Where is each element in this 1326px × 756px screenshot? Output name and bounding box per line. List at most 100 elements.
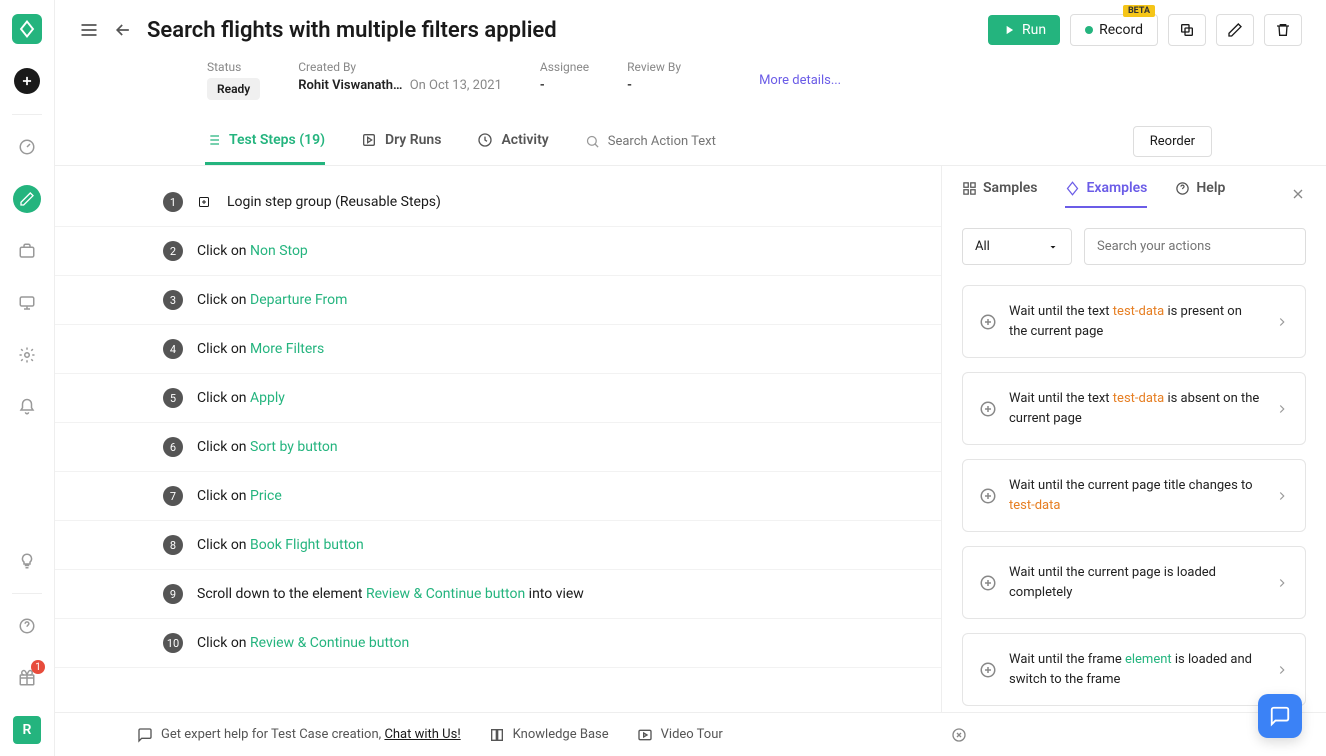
app-logo[interactable] — [12, 14, 42, 44]
tab-activity[interactable]: Activity — [477, 118, 548, 165]
meta-status: Status Ready — [207, 60, 260, 100]
step-row[interactable]: 6Click on Sort by button — [55, 423, 941, 472]
step-row[interactable]: 9Scroll down to the element Review & Con… — [55, 570, 941, 619]
bell-icon[interactable] — [13, 393, 41, 421]
user-avatar[interactable]: R — [13, 716, 41, 744]
step-text: Click on Price — [197, 488, 282, 504]
step-text: Click on Apply — [197, 390, 285, 406]
footer-video-label: Video Tour — [661, 727, 723, 742]
add-example-icon[interactable] — [979, 487, 997, 505]
tab-activity-label: Activity — [501, 132, 548, 148]
record-button[interactable]: BETA Record — [1070, 14, 1158, 46]
run-button[interactable]: Run — [988, 15, 1060, 45]
divider — [12, 593, 42, 594]
add-example-icon[interactable] — [979, 400, 997, 418]
example-card[interactable]: Wait until the frame element is loaded a… — [962, 633, 1306, 706]
step-row[interactable]: 4 Click on More Filters — [55, 325, 941, 374]
step-number: 8 — [163, 535, 183, 555]
footer-dismiss-icon[interactable] — [951, 727, 967, 743]
panel-tab-samples[interactable]: Samples — [962, 180, 1037, 208]
chevron-right-icon — [1275, 315, 1289, 329]
page-title: Search flights with multiple filters app… — [147, 18, 557, 43]
lightbulb-icon[interactable] — [13, 547, 41, 575]
step-row[interactable]: 3 Click on Departure From — [55, 276, 941, 325]
example-text: Wait until the current page title change… — [1009, 476, 1263, 515]
back-icon[interactable] — [113, 20, 133, 40]
content-area: 1Login step group (Reusable Steps)2Click… — [55, 166, 1326, 756]
edit-button[interactable] — [1216, 14, 1254, 46]
settings-icon[interactable] — [13, 341, 41, 369]
tab-row: Test Steps (19) Dry Runs Activity Reorde… — [55, 118, 1326, 166]
step-number: 1 — [163, 192, 183, 212]
chevron-right-icon — [1275, 576, 1289, 590]
step-row[interactable]: 2Click on Non Stop — [55, 227, 941, 276]
panel-search-input[interactable] — [1084, 228, 1306, 265]
review-by-label: Review By — [627, 60, 681, 74]
search-action — [585, 134, 808, 149]
panel-tab-help-label: Help — [1196, 180, 1225, 196]
monitor-icon[interactable] — [13, 289, 41, 317]
step-number: 5 — [163, 388, 183, 408]
example-card[interactable]: Wait until the current page is loaded co… — [962, 546, 1306, 619]
tab-dry-runs[interactable]: Dry Runs — [361, 118, 441, 165]
record-dot-icon — [1085, 26, 1093, 34]
example-card[interactable]: Wait until the text test-data is present… — [962, 285, 1306, 358]
step-text: Click on Departure From — [197, 292, 347, 308]
edit-icon[interactable] — [13, 185, 41, 213]
created-by-name: Rohit Viswanath… — [298, 78, 402, 93]
add-example-icon[interactable] — [979, 313, 997, 331]
panel-tab-help[interactable]: Help — [1175, 180, 1225, 208]
close-panel-icon[interactable] — [1290, 186, 1306, 202]
main-content: Search flights with multiple filters app… — [55, 0, 1326, 756]
meta-review-by: Review By - — [627, 60, 681, 100]
panel-tabs: Samples Examples Help — [962, 180, 1306, 208]
step-text: Click on Sort by button — [197, 439, 338, 455]
dashboard-icon[interactable] — [13, 133, 41, 161]
gift-icon[interactable] — [13, 664, 41, 692]
search-action-input[interactable] — [608, 134, 808, 149]
step-number: 4 — [163, 339, 183, 359]
review-by-value: - — [627, 78, 681, 93]
step-number: 10 — [163, 633, 183, 653]
add-example-icon[interactable] — [979, 574, 997, 592]
footer-video[interactable]: Video Tour — [637, 727, 723, 743]
copy-button[interactable] — [1168, 14, 1206, 46]
step-row[interactable]: 10Click on Review & Continue button — [55, 619, 941, 668]
chevron-right-icon — [1275, 489, 1289, 503]
step-row[interactable]: 8 Click on Book Flight button — [55, 521, 941, 570]
menu-icon[interactable] — [79, 20, 99, 40]
assignee-label: Assignee — [540, 60, 589, 74]
filter-select-value: All — [975, 239, 990, 254]
example-card[interactable]: Wait until the current page title change… — [962, 459, 1306, 532]
add-example-icon[interactable] — [979, 661, 997, 679]
tab-steps-label: Test Steps (19) — [229, 132, 325, 148]
tab-test-steps[interactable]: Test Steps (19) — [205, 118, 325, 165]
example-card[interactable]: Wait until the text test-data is absent … — [962, 372, 1306, 445]
step-number: 3 — [163, 290, 183, 310]
meta-row: Status Ready Created By Rohit Viswanath…… — [55, 54, 1326, 118]
panel-filter-row: All — [962, 228, 1306, 265]
chat-with-us-link[interactable]: Chat with Us! — [384, 727, 460, 742]
footer-kb[interactable]: Knowledge Base — [489, 727, 609, 743]
footer-help: Get expert help for Test Case creation, … — [137, 727, 461, 743]
created-by-date: On Oct 13, 2021 — [410, 78, 502, 93]
reorder-button[interactable]: Reorder — [1133, 126, 1212, 157]
delete-button[interactable] — [1264, 14, 1302, 46]
step-text: Click on Book Flight button — [197, 537, 364, 553]
expand-icon[interactable] — [197, 195, 211, 209]
panel-tab-examples[interactable]: Examples — [1065, 180, 1147, 208]
more-details-link[interactable]: More details... — [759, 73, 841, 88]
step-row[interactable]: 1Login step group (Reusable Steps) — [55, 178, 941, 227]
add-button[interactable] — [14, 68, 40, 94]
created-by-label: Created By — [298, 60, 502, 74]
chat-bubble-button[interactable] — [1258, 694, 1302, 738]
filter-select[interactable]: All — [962, 228, 1072, 265]
briefcase-icon[interactable] — [13, 237, 41, 265]
step-row[interactable]: 7Click on Price — [55, 472, 941, 521]
step-row[interactable]: 5 Click on Apply — [55, 374, 941, 423]
footer-help-text: Get expert help for Test Case creation, — [161, 727, 384, 742]
footer: Get expert help for Test Case creation, … — [55, 712, 1326, 756]
help-icon[interactable] — [13, 612, 41, 640]
step-text: Click on More Filters — [197, 341, 324, 357]
meta-created-by: Created By Rohit Viswanath… On Oct 13, 2… — [298, 60, 502, 100]
